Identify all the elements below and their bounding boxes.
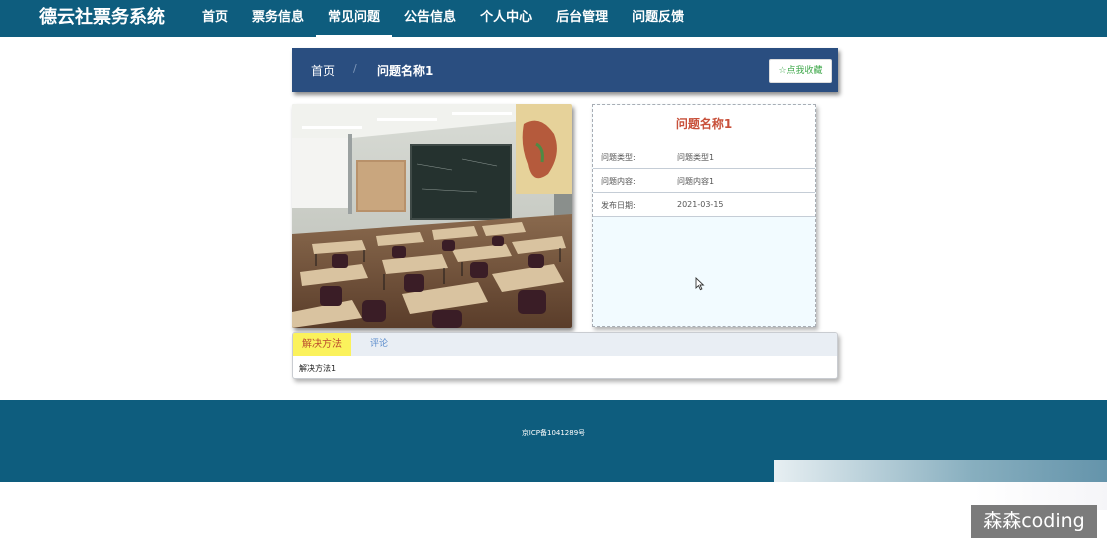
detail-row-date: 发布日期: 2021-03-15 [593, 193, 815, 217]
screen-glare [774, 460, 1107, 510]
mouse-cursor-icon [695, 276, 705, 295]
tab-solution[interactable]: 解决方法 [293, 333, 351, 356]
tabs-panel: 解决方法 评论 解决方法1 [292, 332, 838, 379]
breadcrumb-current: 问题名称1 [377, 64, 434, 78]
detail-value: 问题类型1 [677, 153, 715, 162]
top-navbar: 德云社票务系统 首页 票务信息 常见问题 公告信息 个人中心 后台管理 问题反馈 [0, 0, 1107, 37]
site-brand[interactable]: 德云社票务系统 [39, 7, 165, 29]
tab-comments[interactable]: 评论 [365, 333, 393, 356]
detail-value: 问题内容1 [677, 177, 715, 186]
nav-item-profile[interactable]: 个人中心 [468, 0, 544, 37]
nav-item-faq[interactable]: 常见问题 [316, 0, 393, 37]
breadcrumb-separator: / [353, 62, 357, 75]
favorite-button[interactable]: ☆点我收藏 [769, 59, 832, 83]
detail-label: 问题类型: [601, 153, 636, 162]
main-nav: 首页 票务信息 常见问题 公告信息 个人中心 后台管理 问题反馈 [190, 0, 696, 37]
star-outline-icon: ☆ [778, 66, 787, 76]
detail-value: 2021-03-15 [677, 200, 724, 209]
tab-bar: 解决方法 评论 [293, 333, 837, 356]
nav-item-feedback[interactable]: 问题反馈 [620, 0, 696, 37]
nav-item-announcements[interactable]: 公告信息 [392, 0, 468, 37]
icp-record: 京ICP备1041289号 [521, 429, 586, 437]
question-image [292, 104, 572, 328]
tab-content: 解决方法1 [299, 364, 337, 373]
detail-label: 问题内容: [601, 177, 636, 186]
detail-row-type: 问题类型: 问题类型1 [593, 145, 815, 169]
nav-item-tickets[interactable]: 票务信息 [240, 0, 316, 37]
nav-item-home[interactable]: 首页 [190, 0, 240, 37]
nav-item-admin[interactable]: 后台管理 [544, 0, 620, 37]
watermark: 森森coding [971, 505, 1097, 538]
breadcrumb-home-link[interactable]: 首页 [311, 62, 335, 79]
detail-row-content: 问题内容: 问题内容1 [593, 169, 815, 193]
question-title: 问题名称1 [593, 105, 815, 145]
breadcrumb: 首页 / 问题名称1 ☆点我收藏 [292, 48, 838, 92]
detail-label: 发布日期: [601, 201, 636, 210]
favorite-button-label: 点我收藏 [786, 66, 823, 76]
